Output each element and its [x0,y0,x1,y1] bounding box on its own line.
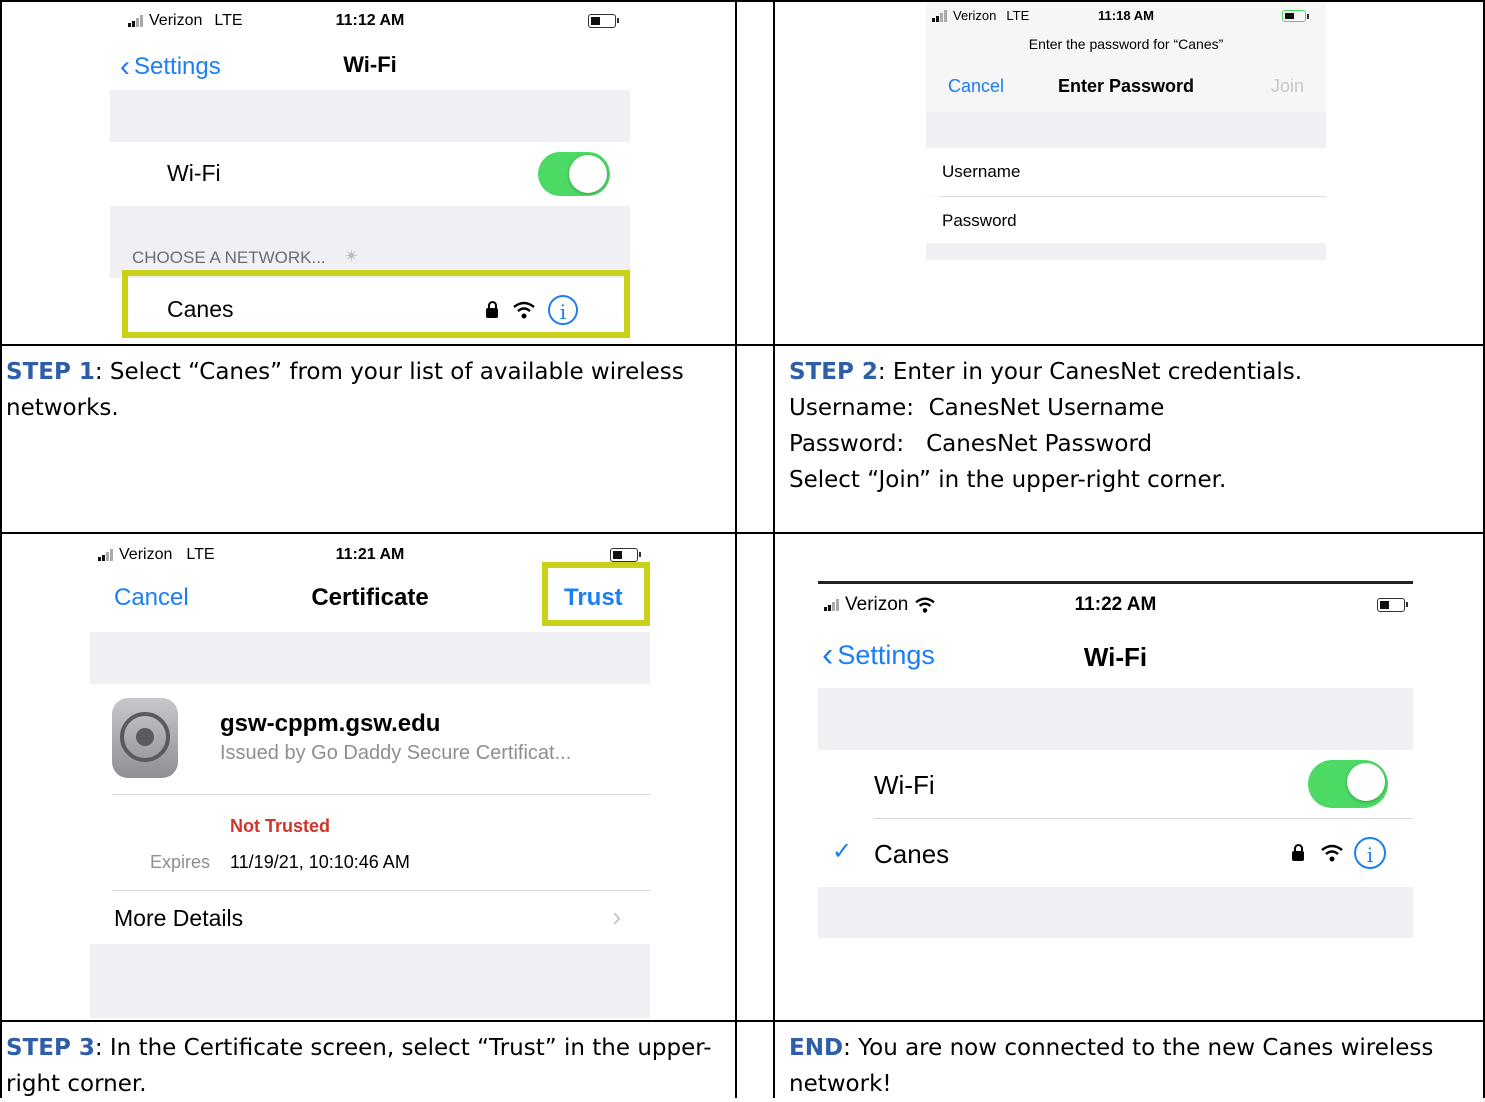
section-spacer [110,90,630,142]
section-spacer [818,688,1413,750]
wifi-row: Wi-Fi [110,142,630,206]
highlight-box [122,270,630,338]
status-bar: Verizon LTE 11:18 AM [926,2,1326,32]
step-label: STEP 3 [6,1035,95,1061]
battery-icon [610,548,641,562]
checkmark-icon: ✓ [832,838,853,865]
status-time: 11:18 AM [1098,8,1154,23]
settings-gear-icon [112,698,178,778]
more-details-label: More Details [114,905,244,931]
wifi-toggle[interactable] [1308,760,1388,808]
step3-caption: STEP 3: In the Certificate screen, selec… [6,1030,726,1102]
page-title: Enter Password [1057,76,1195,96]
caption-line: Select “Join” in the upper-right corner. [789,467,1227,493]
table-border-mid-a [735,0,737,1098]
battery-icon [588,14,619,28]
wifi-toggle[interactable] [538,152,610,196]
lock-icon [1292,844,1304,861]
wifi-label: Wi-Fi [167,160,221,186]
status-time: 11:22 AM [1074,594,1157,615]
network-row-canes[interactable]: ✓ Canes i [818,819,1413,887]
username-label: Username [942,162,1021,181]
table-border-mid-b [773,0,775,1098]
table-border-row2 [0,532,1485,534]
username-row[interactable]: Username [926,148,1326,196]
battery-icon [1377,598,1408,612]
instruction-table: Verizon LTE 11:12 AM ‹ Settings Wi-Fi Wi… [0,0,1485,1098]
section-header: CHOOSE A NETWORK... [132,248,326,267]
step1-caption: STEP 1: Select “Canes” from your list of… [6,354,726,426]
expires-value: 11/19/21, 10:10:46 AM [230,852,410,872]
section-spacer-bottom [926,243,1326,260]
password-row[interactable]: Password [926,197,1326,243]
section-spacer-bottom [818,887,1413,938]
page-title: Wi-Fi [343,52,397,77]
step2-caption: STEP 2: Enter in your CanesNet credentia… [789,354,1479,498]
step-label: STEP 2 [789,359,878,385]
password-label: Password [942,211,1017,230]
wifi-signal-icon [1321,844,1343,862]
end-screenshot: Verizon 11:22 AM ‹ Settings Wi-Fi Wi-Fi [818,581,1413,938]
table-border-row3 [0,1020,1485,1022]
caption-text: : You are now connected to the new Canes… [789,1035,1434,1097]
cert-name: gsw-cppm.gsw.edu [220,710,441,737]
wifi-label: Wi-Fi [874,770,935,800]
table-border-left [0,0,2,1098]
more-details-row[interactable]: More Details › [90,891,650,943]
divider [112,794,650,795]
step2-screenshot: Verizon LTE 11:18 AM Enter the password … [926,2,1326,260]
page-title: Wi-Fi [1083,642,1148,672]
wifi-row: Wi-Fi [818,750,1413,818]
table-border-row1 [0,344,1485,346]
end-caption: END: You are now connected to the new Ca… [789,1030,1479,1102]
caption-text: : Enter in your CanesNet credentials. [877,359,1303,385]
trust-status: Not Trusted [230,816,331,836]
info-icon[interactable]: i [1354,837,1386,869]
certificate-row: gsw-cppm.gsw.edu Issued by Go Daddy Secu… [90,684,650,794]
section-spacer [90,632,650,684]
step-label: STEP 1 [6,359,95,385]
battery-icon [1282,10,1309,22]
status-bar: Verizon 11:22 AM [818,584,1413,622]
network-section: CHOOSE A NETWORK... ✴ [110,206,630,278]
caption-text: : In the Certificate screen, select “Tru… [6,1035,712,1097]
caption-text: : Select “Canes” from your list of avail… [6,359,684,421]
highlight-box [542,562,650,626]
status-time: 11:12 AM [335,12,405,29]
network-name: Canes [874,839,950,869]
step1-screenshot: Verizon LTE 11:12 AM ‹ Settings Wi-Fi Wi… [110,2,630,342]
cert-issuer: Issued by Go Daddy Secure Certificat... [220,742,572,764]
chevron-right-icon: › [612,901,622,932]
join-button[interactable]: Join [1271,76,1304,97]
step3-screenshot: Verizon LTE 11:21 AM Cancel Certificate … [90,536,650,1018]
caption-line: Password: CanesNet Password [789,431,1153,457]
section-spacer-bottom [90,944,650,1018]
status-bar: Verizon LTE 11:12 AM [110,2,630,40]
expires-label: Expires [150,852,211,872]
join-prompt: Enter the password for “Canes” [1028,36,1224,52]
step-label: END [789,1035,844,1061]
loading-spinner-icon: ✴ [344,246,360,266]
nav-bar: ‹ Settings Wi-Fi [818,628,1413,686]
section-spacer [926,112,1326,148]
caption-line: Username: CanesNet Username [789,395,1165,421]
